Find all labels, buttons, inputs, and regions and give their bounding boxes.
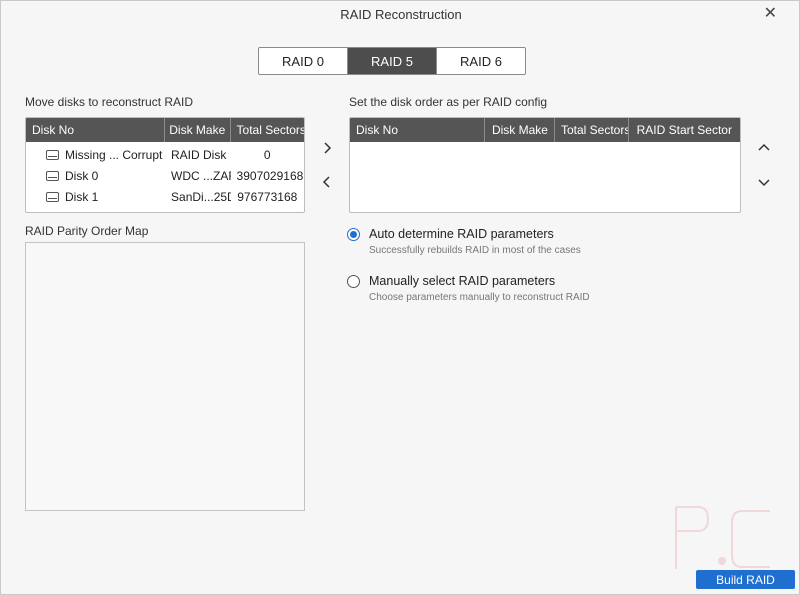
column-disk-make[interactable]: Disk Make bbox=[485, 118, 555, 142]
table-row[interactable]: Missing ... Corrupt RAID Disk 0 bbox=[26, 144, 304, 165]
total-sectors-cell: 976773168 bbox=[237, 189, 298, 204]
tab-raid-6[interactable]: RAID 6 bbox=[437, 48, 525, 74]
auto-params-radio[interactable] bbox=[347, 228, 360, 241]
watermark-logo bbox=[675, 506, 770, 569]
auto-params-desc: Successfully rebuilds RAID in most of th… bbox=[369, 245, 581, 256]
auto-params-option[interactable]: Auto determine RAID parameters Successfu… bbox=[347, 227, 581, 256]
disk-make-cell: RAID Disk bbox=[171, 147, 227, 162]
disk-order-table: Disk No Disk Make Total Sectors RAID Sta… bbox=[349, 117, 741, 213]
disk-make-cell: SanDi...25D.) bbox=[171, 189, 231, 204]
raid-reconstruction-dialog: RAID Reconstruction ✕ RAID 0 RAID 5 RAID… bbox=[0, 0, 800, 595]
column-disk-make[interactable]: Disk Make bbox=[165, 118, 231, 142]
window-title: RAID Reconstruction bbox=[340, 7, 462, 22]
disk-no-cell: Disk 0 bbox=[65, 168, 99, 183]
tab-raid-5[interactable]: RAID 5 bbox=[348, 48, 437, 74]
manual-params-option[interactable]: Manually select RAID parameters Choose p… bbox=[347, 274, 590, 303]
total-sectors-cell: 0 bbox=[263, 147, 271, 162]
total-sectors-cell: 3907029168 bbox=[236, 168, 304, 183]
chevron-down-icon[interactable] bbox=[756, 174, 772, 190]
disk-order-heading: Set the disk order as per RAID config bbox=[349, 95, 548, 109]
manual-params-radio[interactable] bbox=[347, 275, 360, 288]
column-total-sectors[interactable]: Total Sectors bbox=[231, 118, 304, 142]
manual-params-desc: Choose parameters manually to reconstruc… bbox=[369, 292, 590, 303]
auto-params-title: Auto determine RAID parameters bbox=[369, 227, 554, 241]
parity-map-heading: RAID Parity Order Map bbox=[25, 224, 149, 238]
available-disks-table: Disk No Disk Make Total Sectors Missing … bbox=[25, 117, 305, 213]
raid-type-tabs: RAID 0 RAID 5 RAID 6 bbox=[258, 47, 526, 75]
column-disk-no[interactable]: Disk No bbox=[350, 118, 486, 142]
tab-raid-0[interactable]: RAID 0 bbox=[259, 48, 348, 74]
available-disks-heading: Move disks to reconstruct RAID bbox=[25, 95, 194, 109]
disk-make-cell: WDC ...ZAF) bbox=[171, 168, 231, 183]
chevron-up-icon[interactable] bbox=[756, 140, 772, 156]
table-row[interactable]: Disk 0 WDC ...ZAF) 3907029168 bbox=[26, 165, 304, 186]
build-raid-button[interactable]: Build RAID bbox=[696, 570, 795, 589]
chevron-left-icon[interactable] bbox=[319, 174, 335, 190]
disk-icon bbox=[46, 170, 59, 181]
table-row[interactable]: Disk 1 SanDi...25D.) 976773168 bbox=[26, 186, 304, 207]
disk-no-cell: Disk 1 bbox=[65, 189, 99, 204]
disk-icon bbox=[46, 149, 59, 160]
column-total-sectors[interactable]: Total Sectors bbox=[555, 118, 629, 142]
close-icon[interactable]: ✕ bbox=[764, 5, 777, 23]
column-raid-start-sector[interactable]: RAID Start Sector bbox=[629, 118, 740, 142]
chevron-right-icon[interactable] bbox=[319, 140, 335, 156]
column-disk-no[interactable]: Disk No bbox=[26, 118, 165, 142]
parity-order-map bbox=[25, 242, 305, 511]
disk-icon bbox=[46, 191, 59, 202]
disk-no-cell: Missing ... Corrupt bbox=[65, 147, 163, 162]
available-disks-header: Disk No Disk Make Total Sectors bbox=[26, 118, 304, 142]
disk-order-header: Disk No Disk Make Total Sectors RAID Sta… bbox=[350, 118, 740, 142]
manual-params-title: Manually select RAID parameters bbox=[369, 274, 556, 288]
